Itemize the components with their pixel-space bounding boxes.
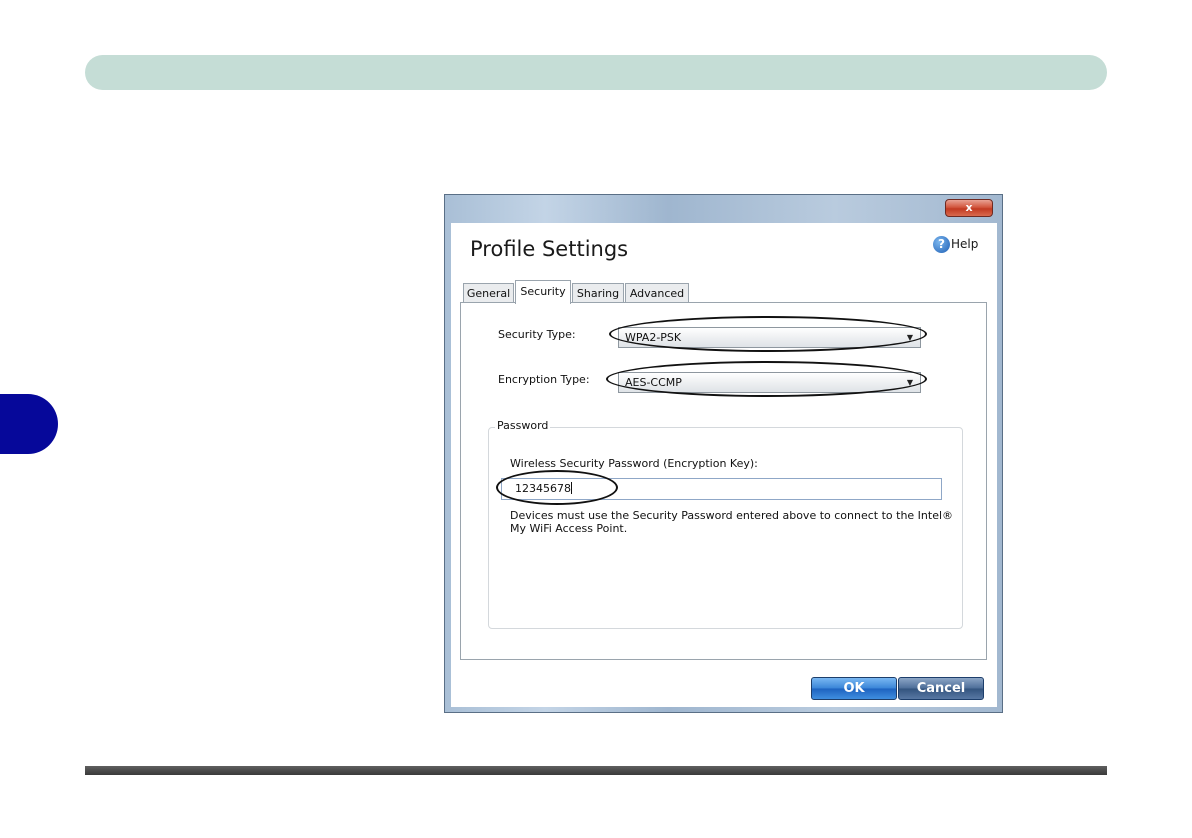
dialog-client-area: Profile Settings ? Help General Security… (451, 223, 997, 707)
chevron-down-icon: ▼ (906, 333, 913, 342)
password-group-legend: Password (495, 419, 551, 432)
profile-settings-dialog: x Profile Settings ? Help General Securi… (444, 194, 1003, 713)
security-type-dropdown[interactable]: WPA2-PSK ▼ (618, 327, 921, 348)
tab-sharing[interactable]: Sharing (572, 283, 624, 303)
security-type-value: WPA2-PSK (625, 331, 682, 344)
encryption-type-value: AES-CCMP (625, 376, 682, 389)
security-tab-panel: Security Type: WPA2-PSK ▼ Encryption Typ… (460, 302, 987, 660)
password-group: Password Wireless Security Password (Enc… (488, 419, 963, 629)
page-header-bar (85, 55, 1107, 90)
window-titlebar: x (445, 195, 1002, 223)
close-button[interactable]: x (945, 199, 993, 217)
security-type-label: Security Type: (498, 328, 576, 341)
password-note: Devices must use the Security Password e… (510, 509, 954, 535)
encryption-type-dropdown[interactable]: AES-CCMP ▼ (618, 372, 921, 393)
password-input[interactable]: 12345678 (501, 478, 942, 500)
page-footer-rule (85, 766, 1107, 775)
help-label: Help (951, 237, 979, 251)
help-icon: ? (933, 235, 950, 253)
chevron-down-icon: ▼ (906, 378, 913, 387)
password-field-label: Wireless Security Password (Encryption K… (510, 457, 758, 470)
chapter-side-tab (0, 394, 58, 454)
tab-security[interactable]: Security (515, 280, 571, 304)
help-link[interactable]: ? Help (933, 235, 978, 253)
tab-general[interactable]: General (463, 283, 514, 303)
ok-button[interactable]: OK (811, 677, 897, 700)
dialog-title: Profile Settings (470, 237, 629, 261)
cancel-button[interactable]: Cancel (898, 677, 984, 700)
text-caret (571, 482, 572, 494)
password-value: 12345678 (515, 482, 571, 495)
tab-advanced[interactable]: Advanced (625, 283, 689, 303)
encryption-type-label: Encryption Type: (498, 373, 590, 386)
